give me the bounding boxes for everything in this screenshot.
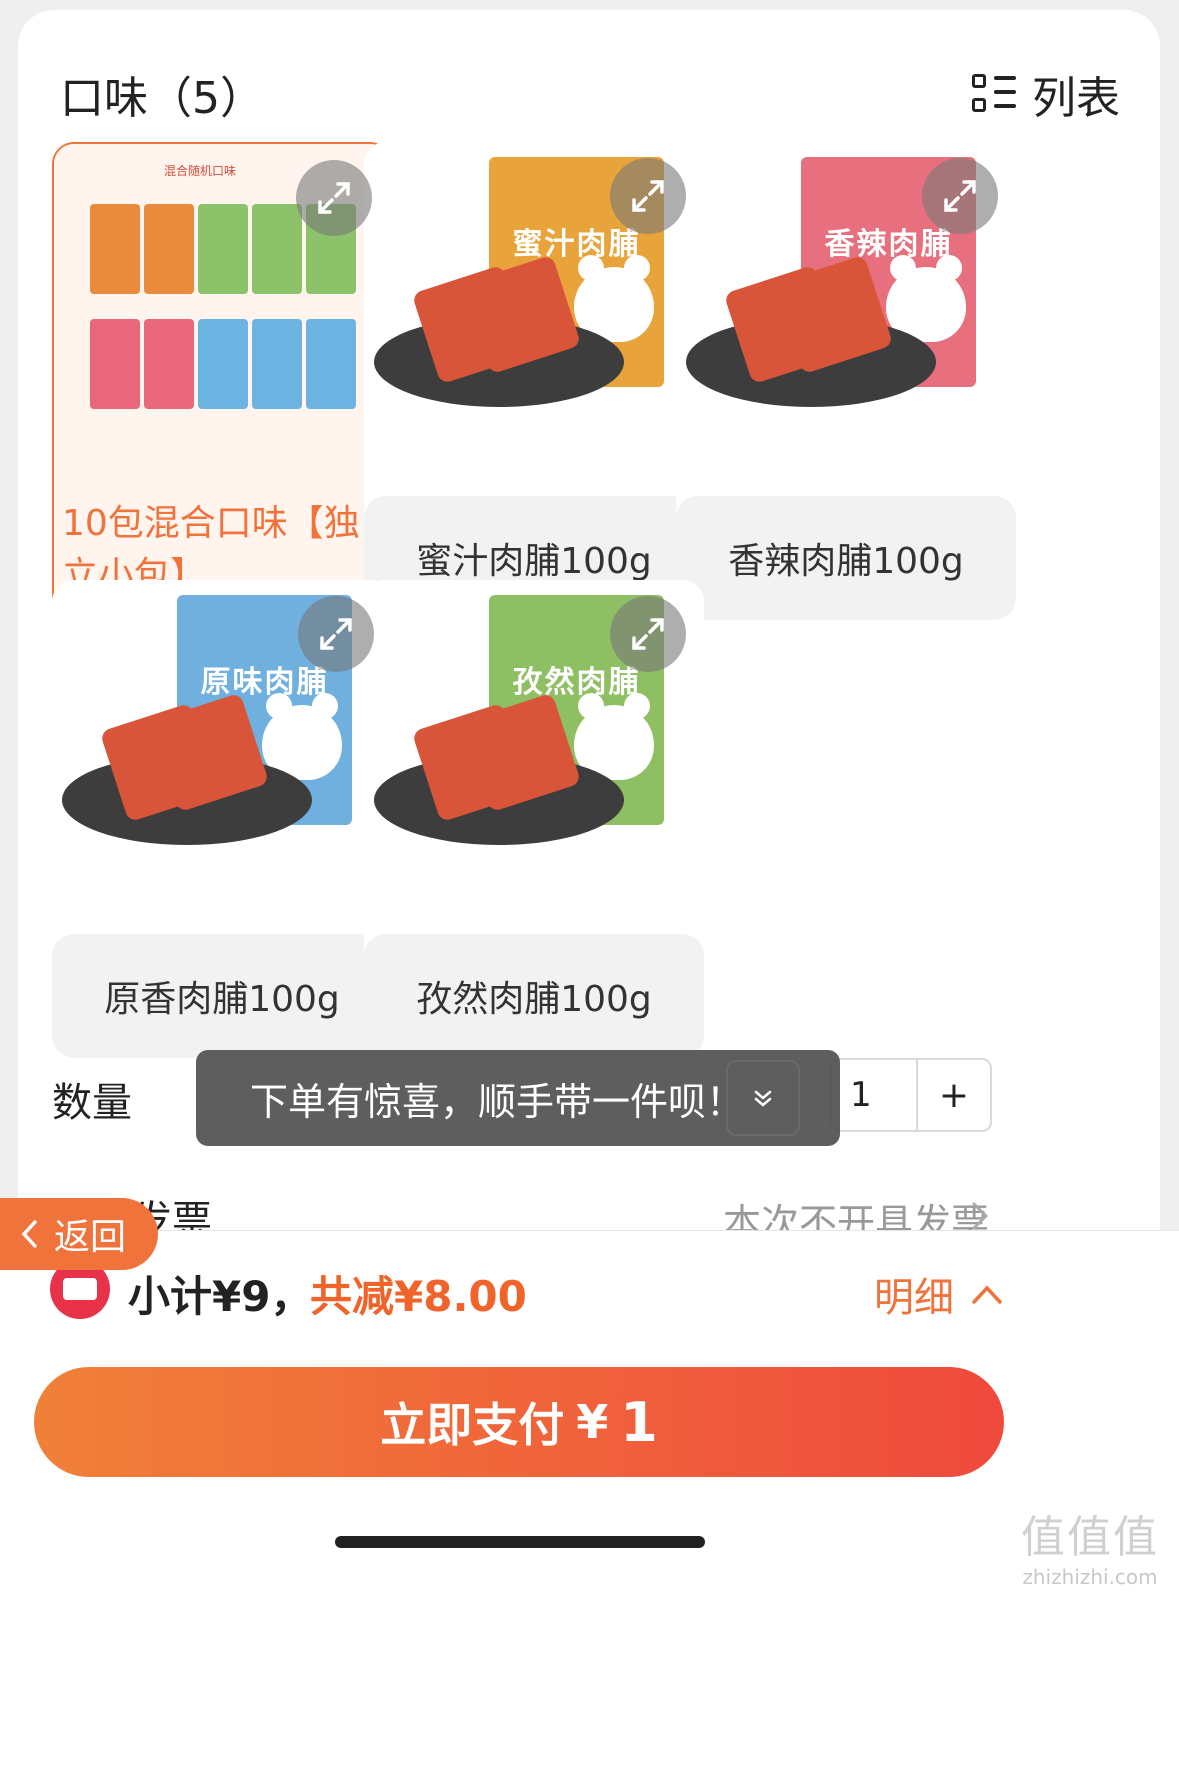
promo-toast-text: 下单有惊喜，顺手带一件呗！: [250, 1079, 745, 1124]
flavor-option-label: 香辣肉脯100g: [676, 496, 1016, 620]
package-caption: 混合随机口味: [164, 164, 237, 178]
promo-toast: 下单有惊喜，顺手带一件呗！: [196, 1050, 840, 1146]
flavor-option-mixed[interactable]: 混合随机口味 10包混合口味【独立小包】: [52, 142, 392, 620]
expand-image-icon[interactable]: [296, 160, 372, 236]
checkout-bar: 小计¥9， 共减¥8.00 明细 立即支付 ¥ 1 值值值 zhizhizhi.…: [0, 1230, 1179, 1784]
expand-image-icon[interactable]: [610, 158, 686, 234]
back-button-label: 返回: [54, 1217, 127, 1258]
pay-amount: 1: [620, 1390, 658, 1454]
chevron-left-icon: [21, 1220, 37, 1248]
quantity-plus-button[interactable]: +: [918, 1060, 990, 1130]
list-view-label: 列表: [1032, 73, 1120, 124]
expand-image-icon[interactable]: [298, 596, 374, 672]
quantity-value[interactable]: 1: [832, 1060, 918, 1130]
subtotal-text: 小计¥9，: [128, 1272, 313, 1321]
flavor-option-spicy[interactable]: 香辣肉脯 香辣肉脯100g: [676, 142, 1016, 620]
list-view-toggle[interactable]: 列表: [972, 62, 1120, 126]
expand-image-icon[interactable]: [922, 158, 998, 234]
flavor-option-label: 原香肉脯100g: [52, 934, 392, 1058]
site-watermark: 值值值 zhizhizhi.com: [1021, 1501, 1159, 1589]
back-button[interactable]: 返回: [0, 1198, 158, 1270]
flavor-section-title: 口味（5）: [60, 73, 264, 124]
quantity-stepper[interactable]: 1 +: [830, 1058, 992, 1132]
flavor-option-original[interactable]: 原味肉脯 原香肉脯100g: [52, 580, 392, 1058]
flavor-option-cumin[interactable]: 孜然肉脯 孜然肉脯100g: [364, 580, 704, 1058]
price-detail-toggle[interactable]: 明细: [874, 1265, 1004, 1323]
home-indicator[interactable]: [335, 1536, 705, 1548]
flavor-option-honey[interactable]: 蜜汁肉脯 蜜汁肉脯100g: [364, 142, 704, 620]
flavor-option-label: 孜然肉脯100g: [364, 934, 704, 1058]
mini-packs-row-2: [90, 319, 356, 409]
pay-now-button[interactable]: 立即支付 ¥ 1: [34, 1367, 1004, 1477]
pay-now-label: 立即支付: [380, 1398, 565, 1452]
chevron-up-icon: [972, 1285, 1002, 1304]
chevron-right-icon[interactable]: [966, 1198, 992, 1234]
pay-currency: ¥: [576, 1395, 609, 1449]
list-view-icon: [972, 72, 1018, 116]
watermark-logo: 值值值: [1021, 1512, 1159, 1563]
quantity-label: 数量: [52, 1080, 132, 1126]
discount-text: 共减¥8.00: [310, 1272, 527, 1321]
chevron-down-icon[interactable]: [726, 1060, 800, 1136]
watermark-domain: zhizhizhi.com: [1022, 1565, 1158, 1589]
expand-image-icon[interactable]: [610, 596, 686, 672]
price-detail-label: 明细: [874, 1275, 954, 1321]
